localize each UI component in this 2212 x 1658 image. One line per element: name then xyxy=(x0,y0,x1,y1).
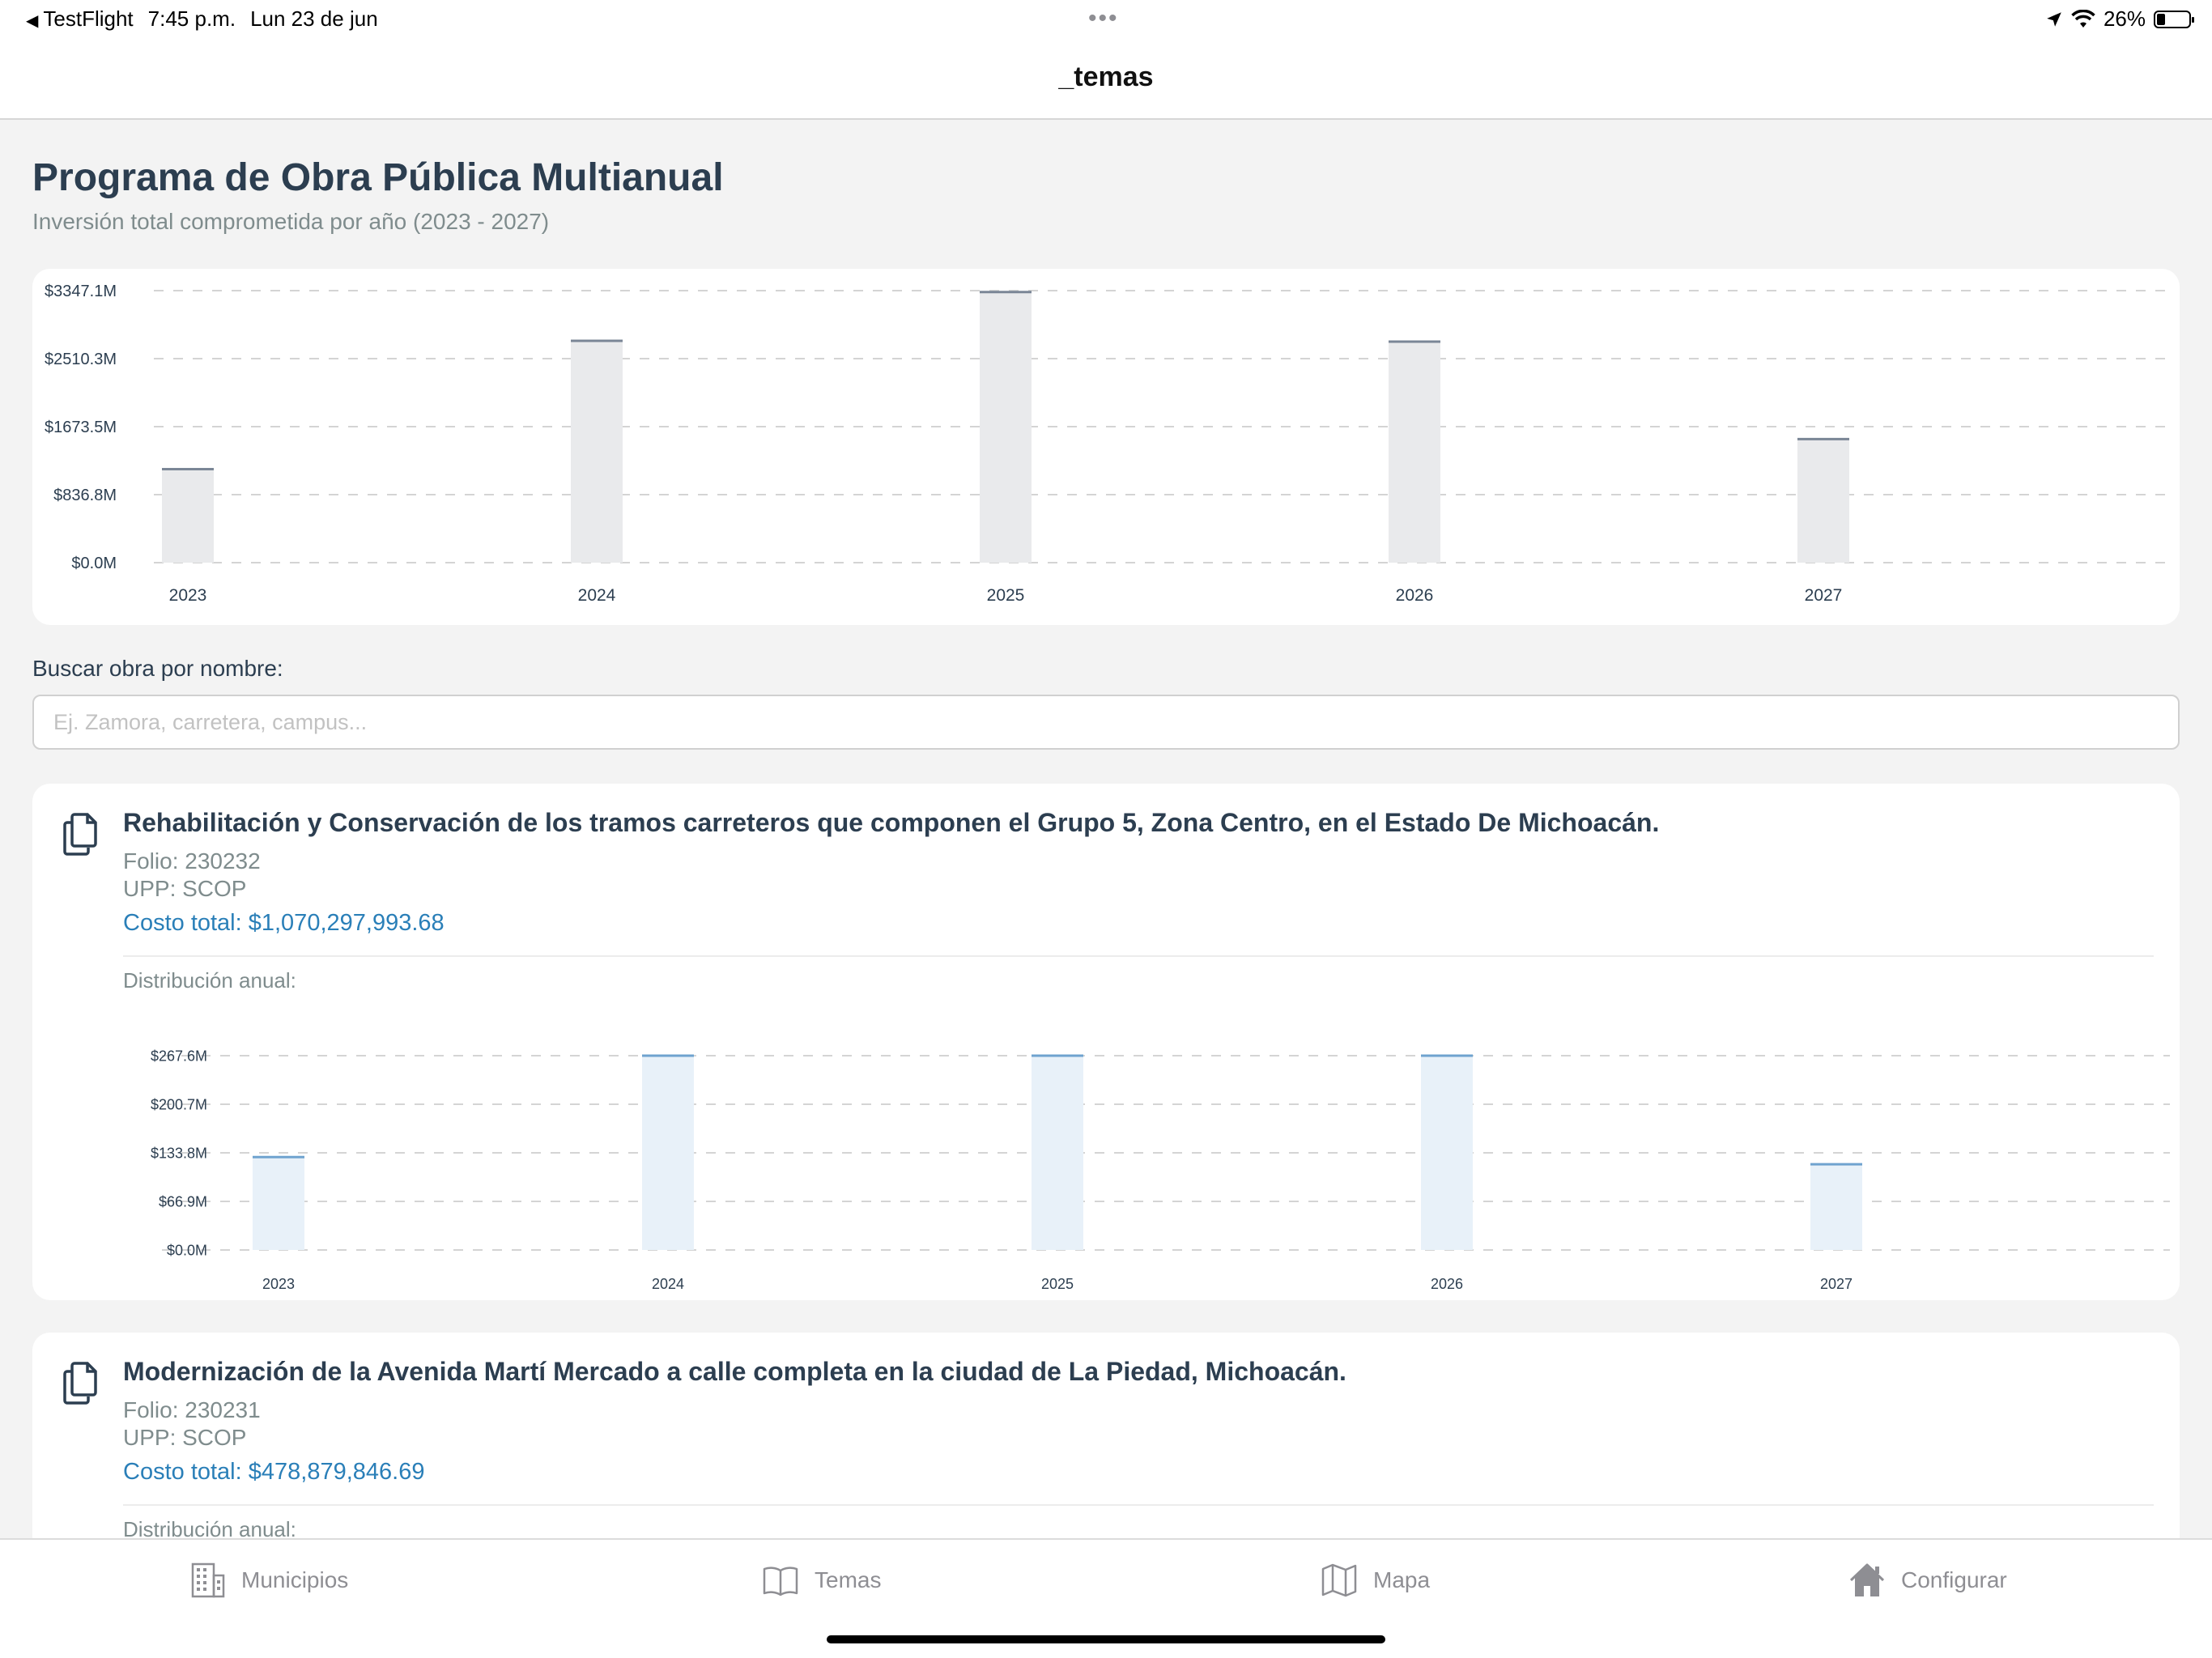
tab-municipios[interactable]: Municipios xyxy=(188,1561,348,1600)
x-tick-label: 2026 xyxy=(1431,1276,1463,1292)
y-tick-label: $2510.3M xyxy=(45,351,117,368)
y-tick-label: $66.9M xyxy=(159,1193,207,1209)
tab-label: Configurar xyxy=(1901,1567,2007,1592)
bar-2026 xyxy=(1421,1056,1473,1250)
y-tick-label: $836.8M xyxy=(53,487,117,504)
x-tick-label: 2027 xyxy=(1820,1276,1853,1292)
bar-2023 xyxy=(253,1157,304,1250)
navigation-bar: _temas xyxy=(0,39,2212,120)
annual-distribution-label: Distribución anual: xyxy=(123,1517,296,1538)
battery-icon xyxy=(2154,10,2194,28)
map-icon xyxy=(1321,1563,1357,1597)
page-title: Programa de Obra Pública Multianual xyxy=(32,156,724,199)
tab-label: Mapa xyxy=(1373,1567,1431,1592)
obra-folio: Folio: 230231 xyxy=(123,1397,261,1422)
y-tick-label: $3347.1M xyxy=(45,283,117,300)
status-time: 7:45 p.m. xyxy=(147,6,236,31)
bar-2027 xyxy=(1797,439,1849,563)
main-content[interactable]: Programa de Obra Pública Multianual Inve… xyxy=(0,120,2212,1538)
tab-temas[interactable]: Temas xyxy=(761,1561,881,1600)
obra-card[interactable]: Rehabilitación y Conservación de los tra… xyxy=(32,784,2180,1300)
page-subtitle: Inversión total comprometida por año (20… xyxy=(32,209,550,234)
y-tick-label: $0.0M xyxy=(167,1242,207,1258)
back-arrow-icon[interactable]: ◀ xyxy=(26,12,38,30)
back-to-app-link[interactable]: TestFlight xyxy=(43,6,133,31)
status-date: Lun 23 de jun xyxy=(250,6,378,31)
search-input[interactable] xyxy=(32,695,2180,750)
tab-configurar[interactable]: Configurar xyxy=(1848,1561,2007,1600)
y-tick-label: $200.7M xyxy=(151,1096,207,1112)
battery-level xyxy=(2157,13,2165,25)
obra-total-cost: Costo total: $478,879,846.69 xyxy=(123,1459,425,1485)
battery-percent: 26% xyxy=(2103,6,2146,31)
status-right: 26% xyxy=(2045,6,2194,32)
bar-2026 xyxy=(1389,341,1440,563)
x-tick-label: 2024 xyxy=(578,586,616,605)
bar-2025 xyxy=(980,291,1032,563)
tab-label: Municipios xyxy=(241,1567,349,1592)
obra-title: Modernización de la Avenida Martí Mercad… xyxy=(123,1357,1346,1386)
tab-label: Temas xyxy=(815,1567,882,1592)
nav-title: _temas xyxy=(1058,62,1154,92)
x-tick-label: 2023 xyxy=(262,1276,295,1292)
wifi-icon xyxy=(2071,9,2095,28)
bar-2024 xyxy=(642,1056,694,1250)
search-label: Buscar obra por nombre: xyxy=(32,656,283,681)
status-bar: ◀ TestFlight 7:45 p.m. Lun 23 de jun ••• 26… xyxy=(0,0,2212,39)
y-tick-label: $267.6M xyxy=(151,1048,207,1064)
bar-2027 xyxy=(1810,1164,1862,1250)
obra-card[interactable]: Modernización de la Avenida Martí Mercad… xyxy=(32,1333,2180,1538)
status-left: ◀ TestFlight 7:45 p.m. Lun 23 de jun xyxy=(26,6,393,32)
divider xyxy=(123,1504,2154,1506)
y-tick-label: $1673.5M xyxy=(45,419,117,436)
bar-2023 xyxy=(162,469,214,563)
x-tick-label: 2027 xyxy=(1805,586,1843,605)
multitasking-dots-icon[interactable]: ••• xyxy=(1088,5,1119,32)
total-investment-chart: $0.0M $836.8M $1673.5M $2510.3M $3347.1M 2023… xyxy=(45,283,2170,605)
bar-2025 xyxy=(1032,1056,1083,1250)
home-indicator[interactable] xyxy=(827,1635,1385,1643)
building-icon xyxy=(191,1562,225,1598)
tab-bar: Municipios Temas Mapa Configurar xyxy=(0,1538,2212,1658)
y-tick-label: $133.8M xyxy=(151,1145,207,1161)
x-tick-label: 2025 xyxy=(987,586,1025,605)
location-arrow-icon xyxy=(2047,11,2061,27)
x-tick-label: 2024 xyxy=(652,1276,684,1292)
x-tick-label: 2025 xyxy=(1041,1276,1074,1292)
documents-icon xyxy=(63,1362,97,1405)
book-icon xyxy=(763,1567,798,1596)
house-icon xyxy=(1849,1563,1885,1596)
obra-upp: UPP: SCOP xyxy=(123,1425,247,1450)
tab-mapa[interactable]: Mapa xyxy=(1320,1561,1430,1600)
total-investment-chart-card: $0.0M $836.8M $1673.5M $2510.3M $3347.1M 2023… xyxy=(32,269,2180,625)
x-tick-label: 2026 xyxy=(1396,586,1434,605)
annual-distribution-chart: $0.0M $66.9M $133.8M $200.7M $267.6M 2023 2024… xyxy=(151,1048,2170,1292)
bar-2024 xyxy=(571,340,623,563)
x-tick-label: 2023 xyxy=(169,586,207,605)
y-tick-label: $0.0M xyxy=(71,555,117,572)
